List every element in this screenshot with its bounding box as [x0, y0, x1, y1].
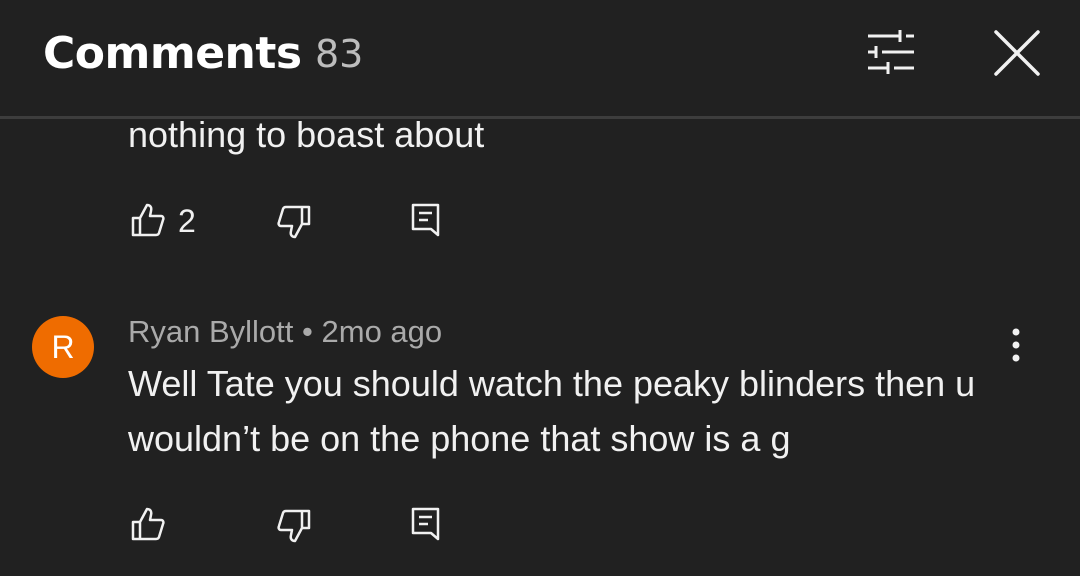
thumbs-down-icon	[277, 205, 311, 239]
avatar[interactable]: R	[32, 316, 94, 378]
dislike-button[interactable]	[276, 204, 312, 240]
comment-author[interactable]: Ryan Byllott	[128, 314, 293, 349]
comment-text: nothing to boast about	[128, 114, 485, 155]
filter-sliders-icon[interactable]	[864, 28, 916, 76]
reply-comment-icon	[411, 507, 440, 541]
close-icon[interactable]	[992, 28, 1042, 78]
dislike-button[interactable]	[276, 508, 312, 544]
reply-button[interactable]	[410, 202, 442, 238]
like-button[interactable]	[130, 506, 166, 542]
comments-title: Comments	[43, 28, 302, 79]
thumbs-up-icon	[131, 203, 165, 237]
comment-text-line-1: Well Tate you should watch the peaky bli…	[128, 363, 976, 404]
reply-comment-icon	[411, 203, 440, 237]
comment-time: 2mo ago	[321, 314, 443, 349]
thumbs-down-icon	[277, 509, 311, 543]
comments-count: 83	[315, 32, 364, 76]
reply-button[interactable]	[410, 506, 442, 542]
comment-meta: Ryan Byllott • 2mo ago	[128, 314, 442, 350]
thumbs-up-icon	[131, 507, 165, 541]
meta-separator: •	[302, 314, 313, 349]
like-button[interactable]	[130, 202, 166, 238]
comment-text-line-2: wouldn’t be on the phone that show is a …	[128, 418, 791, 459]
comments-header: Comments 83	[0, 0, 1080, 116]
like-count: 2	[178, 203, 196, 239]
more-options-icon[interactable]	[1000, 324, 1032, 368]
